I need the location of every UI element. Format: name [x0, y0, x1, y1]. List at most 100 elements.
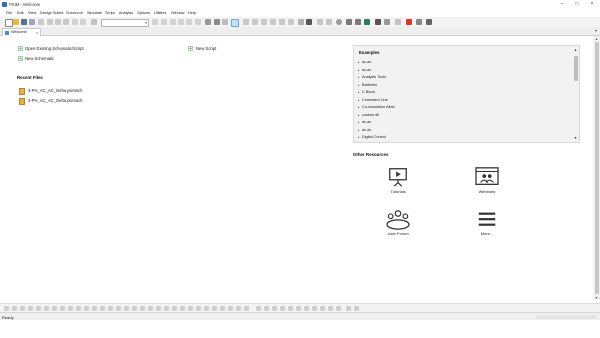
mosfet-icon[interactable] [44, 306, 49, 311]
summer-icon[interactable] [140, 306, 145, 311]
close-icon[interactable]: × [36, 30, 38, 35]
tab-welcome[interactable]: Welcome × [2, 28, 41, 36]
text-icon[interactable] [195, 19, 201, 25]
menu-file[interactable]: File [6, 11, 12, 15]
help-icon[interactable] [426, 19, 432, 25]
more-elements-icon[interactable] [346, 306, 351, 311]
element-selector-dropdown[interactable]: ▾ [101, 19, 149, 27]
comparator-icon[interactable] [132, 306, 137, 311]
c-block-icon[interactable] [256, 306, 261, 311]
stop-icon[interactable] [336, 19, 342, 25]
examples-scrollbar[interactable]: ▴ ▾ [573, 48, 578, 140]
zoom-in-icon[interactable] [243, 19, 249, 25]
simcontrol-icon[interactable] [236, 306, 241, 311]
play-icon[interactable] [346, 19, 352, 25]
text-tool-icon[interactable] [395, 19, 401, 25]
new-file-icon[interactable] [5, 19, 13, 27]
grid-icon[interactable] [298, 19, 304, 25]
cut-icon[interactable] [47, 19, 53, 25]
label-icon[interactable] [214, 19, 220, 25]
thermal-icon[interactable] [296, 306, 301, 311]
examples-item[interactable]: ▸ Co-simulation Altair [358, 105, 395, 109]
menu-design-suites[interactable]: Design Suites [40, 11, 63, 15]
simview-icon[interactable] [364, 19, 370, 25]
maximize-icon[interactable]: □ [572, 1, 582, 8]
pen-icon[interactable] [375, 19, 381, 25]
transformer-icon[interactable] [68, 306, 73, 311]
menu-help[interactable]: Help [188, 11, 196, 15]
paste-icon[interactable] [63, 19, 69, 25]
integrator-icon[interactable] [156, 306, 161, 311]
undo-icon[interactable] [72, 19, 78, 25]
examples-item[interactable]: ▸ dc-dc [358, 128, 371, 132]
ammeter-icon[interactable] [124, 306, 129, 311]
page-scroll-thumb[interactable] [594, 42, 599, 294]
diode-icon[interactable] [28, 306, 33, 311]
settings-icon[interactable] [317, 19, 323, 25]
rotate-left-icon[interactable] [170, 19, 176, 25]
print-preview-icon[interactable] [38, 19, 44, 25]
inductor-icon[interactable] [12, 306, 17, 311]
magnetic-icon[interactable] [312, 306, 317, 311]
menu-edit[interactable]: Edit [17, 11, 24, 15]
chevron-down-icon[interactable]: ▾ [573, 136, 578, 140]
battery-icon[interactable] [328, 306, 333, 311]
subcircuit-icon[interactable] [264, 306, 269, 311]
tutorials-tile[interactable]: Tutorials [378, 166, 418, 194]
element-list-icon[interactable] [326, 19, 332, 25]
recent-file-item[interactable]: 3-PH_AC_AC_Delta.psimsch [28, 88, 82, 93]
more-tile[interactable]: More... [467, 208, 507, 236]
menu-window[interactable]: Window [171, 11, 185, 15]
voltmeter-icon[interactable] [116, 306, 121, 311]
open-folder-icon[interactable] [13, 19, 19, 25]
menu-options[interactable]: Options [137, 11, 150, 15]
favorites-icon[interactable] [354, 306, 359, 311]
menu-utilities[interactable]: Utilities [154, 11, 166, 15]
redo-icon[interactable] [80, 19, 86, 25]
capacitor-icon[interactable] [20, 306, 25, 311]
examples-item[interactable]: ▸ ac-dc [358, 68, 371, 72]
gain-icon[interactable] [148, 306, 153, 311]
examples-item[interactable]: ▸ dc-ac [358, 120, 371, 124]
menu-simulate[interactable]: Simulate [87, 11, 102, 15]
probe-element-icon[interactable] [244, 306, 249, 311]
current-source-icon[interactable] [100, 306, 105, 311]
thyristor-icon[interactable] [36, 306, 41, 311]
open-existing-link[interactable]: Open Existing Schematic/Script [25, 46, 84, 51]
zoom-area-icon[interactable] [261, 19, 267, 25]
user-forum-tile[interactable]: User Forum [378, 208, 418, 236]
recent-file-item[interactable]: 3-PH_AC_AC_Delta.psimsch [28, 98, 82, 103]
probe-icon[interactable] [222, 19, 228, 25]
zoh-icon[interactable] [204, 306, 209, 311]
menu-analysis[interactable]: Analysis [119, 11, 133, 15]
examples-item[interactable]: ▸ Command Line [358, 98, 388, 102]
minimize-icon[interactable]: – [557, 1, 567, 8]
examples-item[interactable]: ▸ Batteries [358, 83, 377, 87]
export-icon[interactable] [416, 19, 422, 25]
flip-flop-icon[interactable] [196, 306, 201, 311]
copy-icon[interactable] [55, 19, 61, 25]
label-element-icon[interactable] [220, 306, 225, 311]
menu-subcircuit[interactable]: Subcircuit [66, 11, 83, 15]
chevron-up-icon[interactable]: ▴ [593, 36, 600, 41]
renewable-icon[interactable] [320, 306, 325, 311]
pan-icon[interactable] [279, 19, 285, 25]
bus-icon[interactable] [280, 306, 285, 311]
print-icon[interactable] [29, 19, 35, 25]
page-scrollbar[interactable]: ▴ ▾ [593, 36, 600, 300]
igbt-icon[interactable] [52, 306, 57, 311]
chevron-up-icon[interactable]: ▴ [573, 48, 578, 52]
flip-icon[interactable] [186, 19, 192, 25]
limiter-icon[interactable] [164, 306, 169, 311]
record-icon[interactable] [406, 19, 412, 25]
new-schematic-link[interactable]: New Schematic [25, 56, 54, 61]
measure-icon[interactable] [384, 19, 390, 25]
examples-item[interactable]: ▸ custom dll [358, 113, 379, 117]
ground-icon[interactable] [108, 306, 113, 311]
and-gate-icon[interactable] [172, 306, 177, 311]
examples-item[interactable]: ▸ Digital Control [358, 135, 386, 139]
delete-icon[interactable] [161, 19, 167, 25]
menu-script[interactable]: Script [105, 11, 115, 15]
or-gate-icon[interactable] [180, 306, 185, 311]
webinars-tile[interactable]: Webinars [467, 166, 507, 194]
